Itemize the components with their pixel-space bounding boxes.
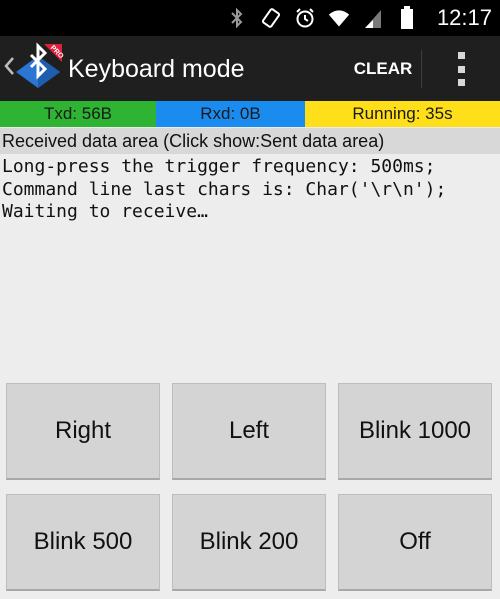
status-bar: 12:17 xyxy=(0,0,500,36)
received-line: Long-press the trigger frequency: 500ms; xyxy=(2,156,436,177)
app-logo[interactable]: PRO xyxy=(14,42,65,94)
battery-icon xyxy=(396,6,418,29)
overflow-dot xyxy=(457,79,465,86)
vibrate-icon xyxy=(260,7,282,29)
bluetooth-icon xyxy=(226,7,248,29)
status-icons xyxy=(226,6,418,30)
overflow-menu-icon[interactable] xyxy=(445,50,477,88)
blink-1000-button[interactable]: Blink 1000 xyxy=(338,383,492,480)
txd-counter: Txd: 56B xyxy=(0,101,156,127)
running-timer: Running: 35s xyxy=(305,101,500,127)
action-divider xyxy=(421,50,422,88)
received-data-area[interactable]: Long-press the trigger frequency: 500ms;… xyxy=(0,156,500,380)
counters-bar: Txd: 56B Rxd: 0B Running: 35s xyxy=(0,101,500,127)
blink-500-button[interactable]: Blink 500 xyxy=(6,494,160,591)
blink-200-button[interactable]: Blink 200 xyxy=(172,494,326,591)
right-button[interactable]: Right xyxy=(6,383,160,480)
action-bar: PRO Keyboard mode CLEAR xyxy=(0,36,500,101)
alarm-icon xyxy=(294,7,316,29)
left-button[interactable]: Left xyxy=(172,383,326,480)
rxd-counter: Rxd: 0B xyxy=(156,101,305,127)
received-line: Command line last chars is: Char('\r\n')… xyxy=(2,178,447,200)
screen-title: Keyboard mode xyxy=(68,55,245,83)
received-line: Waiting to receive… xyxy=(2,201,208,222)
clear-button[interactable]: CLEAR xyxy=(346,53,420,85)
off-button[interactable]: Off xyxy=(338,494,492,591)
overflow-dot xyxy=(457,65,465,73)
clock: 12:17 xyxy=(436,5,492,30)
data-area-toggle[interactable]: Received data area (Click show:Sent data… xyxy=(0,128,500,154)
overflow-dot xyxy=(457,52,465,59)
signal-icon xyxy=(362,7,384,29)
wifi-icon xyxy=(328,7,350,29)
